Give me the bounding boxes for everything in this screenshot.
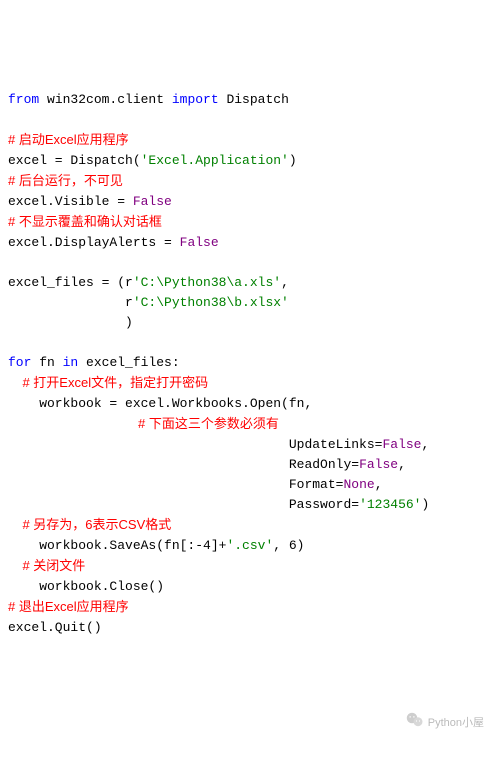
str-password: '123456' [359, 497, 421, 512]
kw-from: from [8, 92, 39, 107]
watermark-text: Python小屋 [428, 713, 484, 733]
comment-l2: # 启动Excel应用程序 [8, 132, 129, 147]
comment-l4: # 后台运行，不可见 [8, 173, 123, 188]
tok-l18a: Password= [8, 497, 359, 512]
tok-l15c: , [421, 437, 429, 452]
tok-l10: ) [8, 315, 133, 330]
kw-import: import [172, 92, 219, 107]
kw-in: in [63, 355, 79, 370]
tok-l8a: excel_files = (r [8, 275, 133, 290]
comment-l23: # 退出Excel应用程序 [8, 599, 129, 614]
tok-l13: workbook = excel.Workbooks.Open(fn, [8, 396, 312, 411]
tok-l3c: ) [289, 153, 297, 168]
str-path-b: 'C:\Python38\b.xlsx' [133, 295, 289, 310]
tok-module: win32com.client [39, 92, 172, 107]
tok-l11b: fn [31, 355, 62, 370]
kw-for: for [8, 355, 31, 370]
const-false-l16: False [359, 457, 398, 472]
const-false-l15: False [382, 437, 421, 452]
const-false-l5: False [133, 194, 172, 209]
tok-l5a: excel.Visible = [8, 194, 133, 209]
comment-l6: # 不显示覆盖和确认对话框 [8, 214, 162, 229]
tok-l3a: excel = Dispatch( [8, 153, 141, 168]
tok-l20c: , 6) [273, 538, 304, 553]
comment-l12: # 打开Excel文件，指定打开密码 [8, 375, 208, 390]
str-excel-app: 'Excel.Application' [141, 153, 289, 168]
tok-l17a: Format= [8, 477, 343, 492]
tok-l7a: excel.DisplayAlerts = [8, 235, 180, 250]
str-csv: '.csv' [226, 538, 273, 553]
const-none-l17: None [343, 477, 374, 492]
comment-l21: # 关闭文件 [8, 558, 85, 573]
watermark: Python小屋 [394, 692, 484, 754]
comment-l14: # 下面这三个参数必须有 [8, 416, 279, 431]
tok-l17c: , [375, 477, 383, 492]
comment-l19: # 另存为，6表示CSV格式 [8, 517, 171, 532]
str-path-a: 'C:\Python38\a.xls' [133, 275, 281, 290]
tok-l15a: UpdateLinks= [8, 437, 382, 452]
tok-l24: excel.Quit() [8, 620, 102, 635]
tok-l16a: ReadOnly= [8, 457, 359, 472]
tok-l16c: , [398, 457, 406, 472]
wechat-icon [394, 692, 428, 754]
tok-name-dispatch: Dispatch [219, 92, 289, 107]
tok-l9a: r [8, 295, 133, 310]
const-false-l7: False [180, 235, 219, 250]
tok-l18c: ) [421, 497, 429, 512]
tok-l22: workbook.Close() [8, 579, 164, 594]
tok-l20a: workbook.SaveAs(fn[:-4]+ [8, 538, 226, 553]
tok-l8c: , [281, 275, 289, 290]
tok-l11d: excel_files: [78, 355, 179, 370]
